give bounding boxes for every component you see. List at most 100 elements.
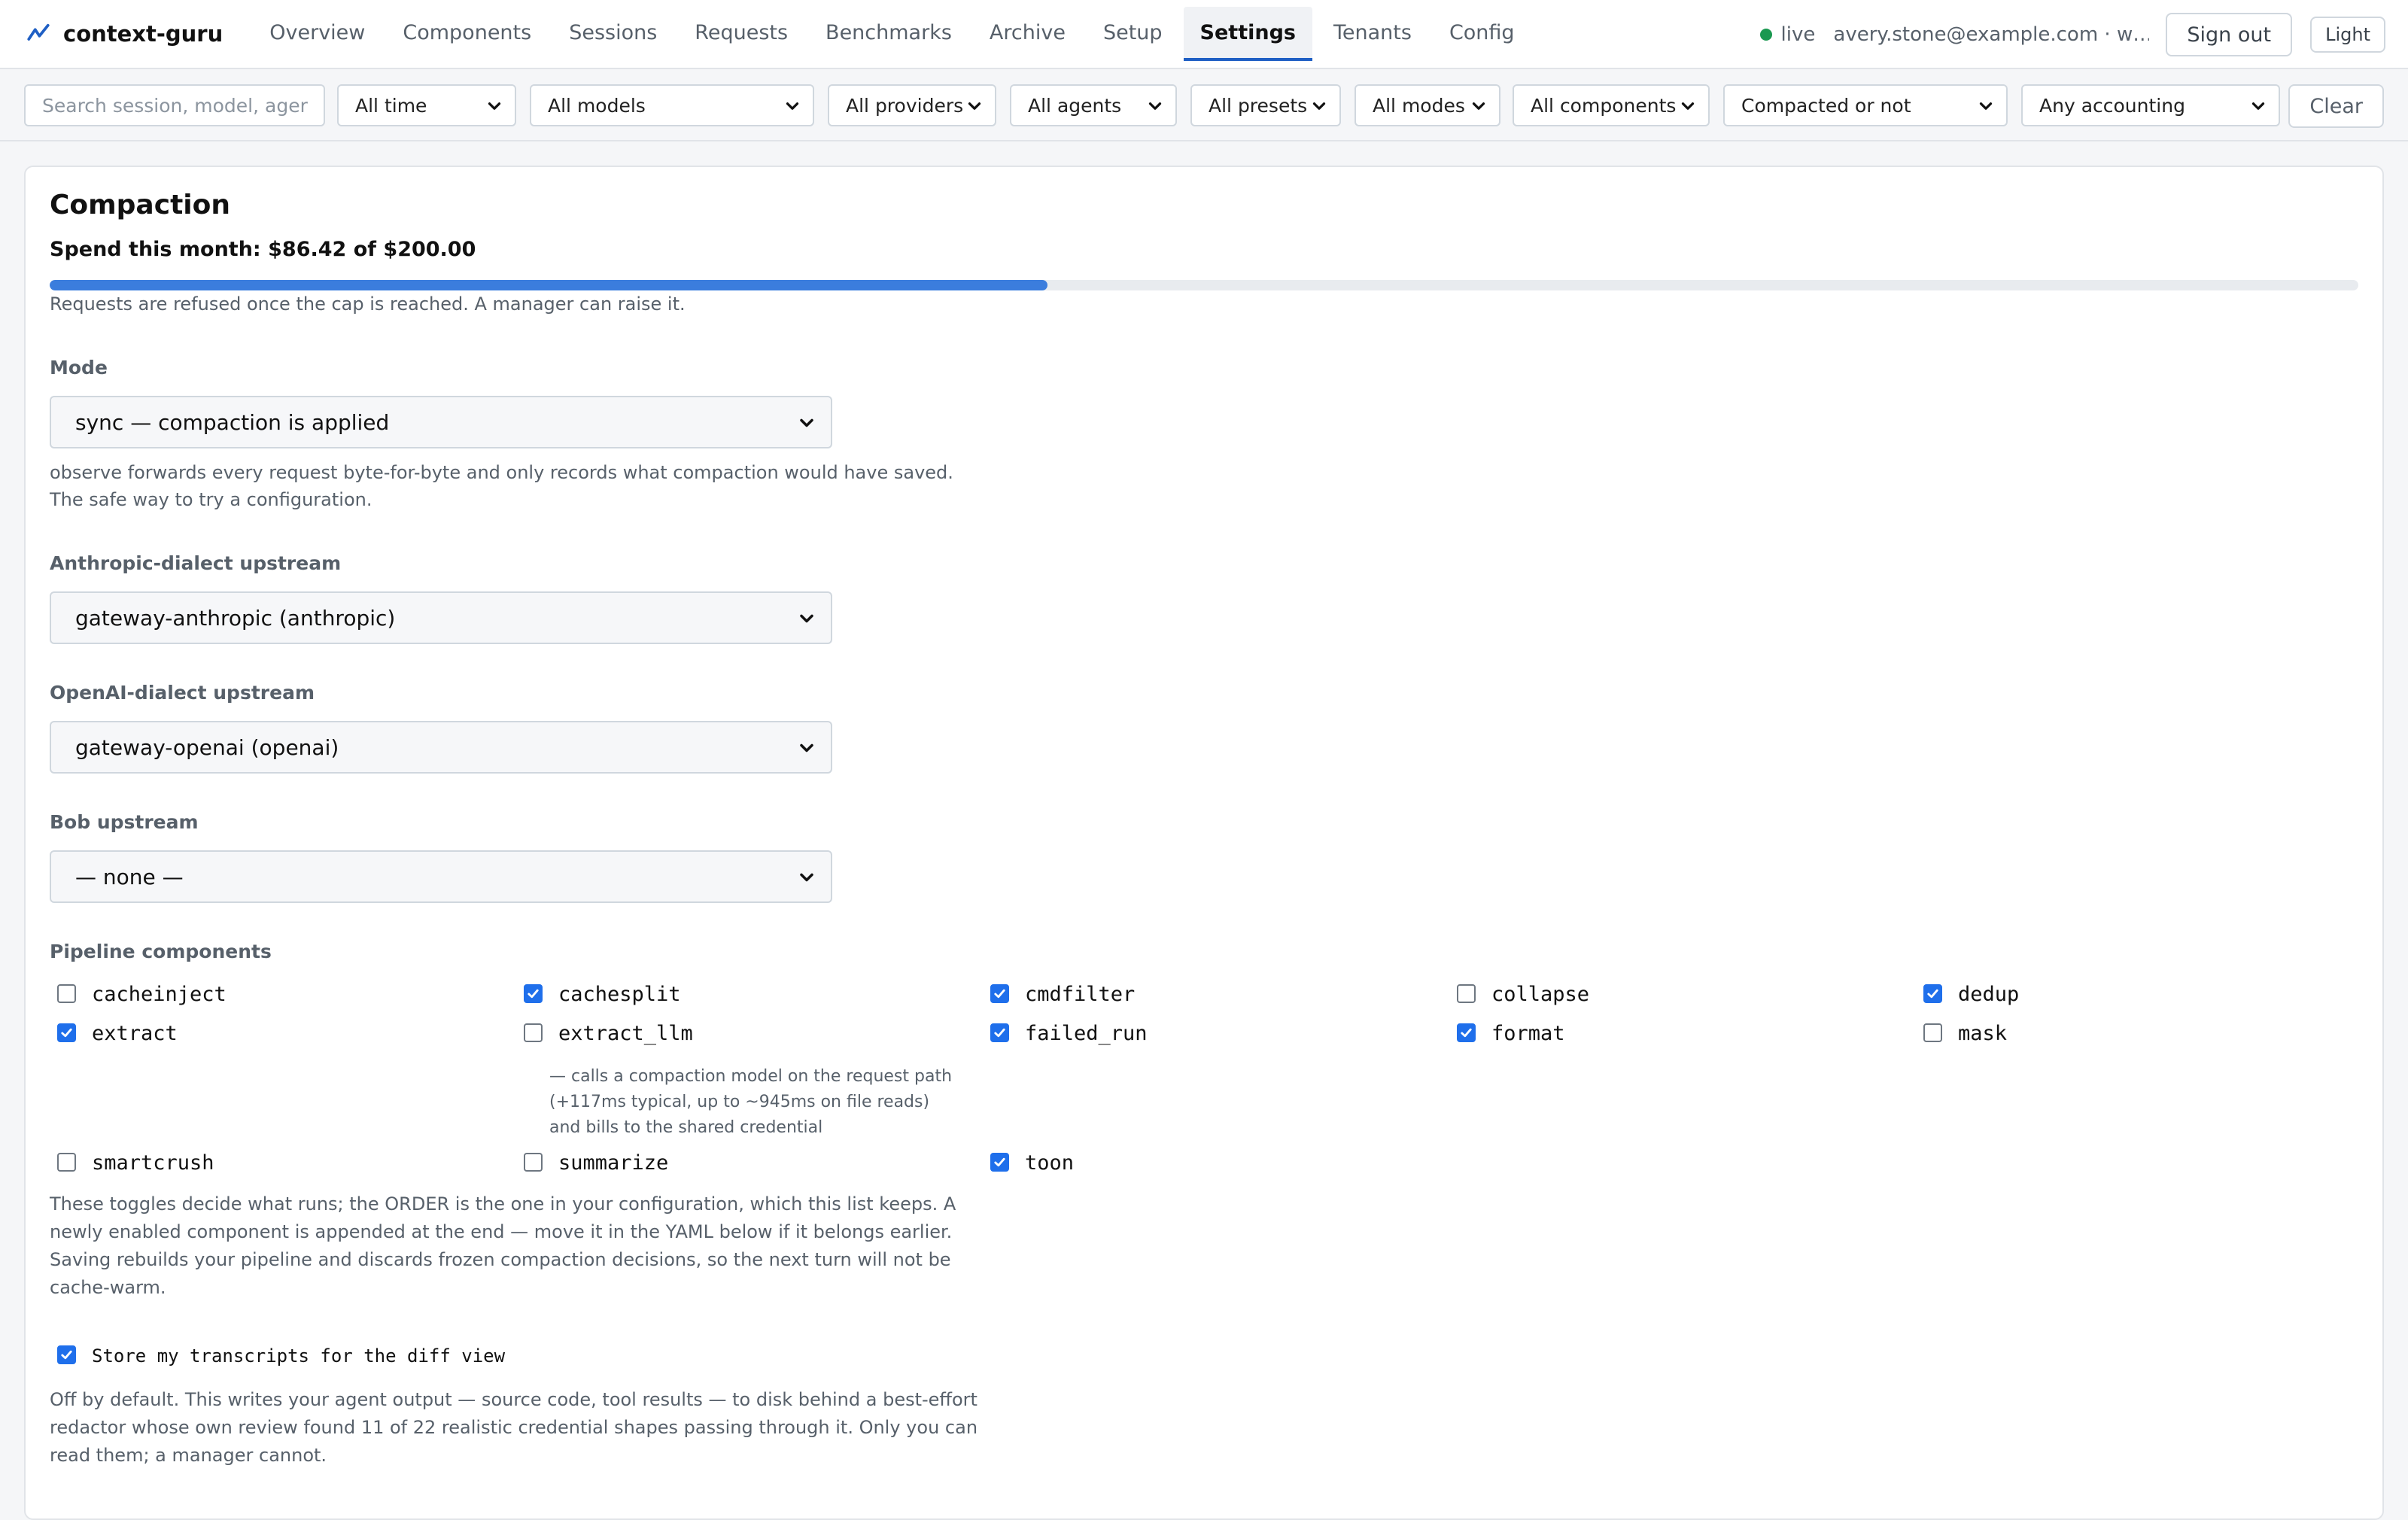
header-right: live avery.stone@example.com · w… Sign o… <box>1759 0 2385 69</box>
mode-select[interactable]: sync — compaction is applied <box>50 396 832 448</box>
order-note-line-4: cache-warm. <box>50 1277 166 1298</box>
sign-out-button[interactable]: Sign out <box>2166 13 2293 56</box>
component-label-smartcrush: smartcrush <box>92 1151 214 1175</box>
nav-archive[interactable]: Archive <box>973 7 1082 61</box>
agents-filter-select[interactable]: All agents <box>1010 84 1177 126</box>
component-label-cacheinject: cacheinject <box>92 983 227 1006</box>
openai-upstream-value: gateway-openai (openai) <box>75 734 339 760</box>
component-checkbox-summarize[interactable] <box>524 1153 543 1172</box>
search-input[interactable]: Search session, model, ager <box>24 84 325 126</box>
providers-filter-select[interactable]: All providers <box>828 84 996 126</box>
chevron-down-icon <box>800 873 813 882</box>
modes-filter-select[interactable]: All modes <box>1354 84 1500 126</box>
component-label-cmdfilter: cmdfilter <box>1025 983 1136 1006</box>
compacted-filter-select[interactable]: Compacted or not <box>1723 84 2008 126</box>
theme-toggle-button[interactable]: Light <box>2310 17 2385 53</box>
anthropic-upstream-select[interactable]: gateway-anthropic (anthropic) <box>50 591 832 644</box>
chevron-down-icon <box>1148 102 1162 110</box>
component-checkbox-collapse[interactable] <box>1457 984 1476 1003</box>
filter-bar: Search session, model, ager All time All… <box>0 69 2408 141</box>
time-filter-select[interactable]: All time <box>337 84 516 126</box>
bob-upstream-label: Bob upstream <box>50 811 199 833</box>
compaction-settings-card: Compaction Spend this month: $86.42 of $… <box>24 166 2384 1520</box>
component-checkbox-cacheinject[interactable] <box>57 984 76 1003</box>
pulse-logo-icon <box>27 23 50 41</box>
extract-llm-note-line-1: — calls a compaction model on the reques… <box>549 1067 953 1086</box>
clear-filters-button[interactable]: Clear <box>2288 84 2384 128</box>
component-checkbox-dedup[interactable] <box>1923 984 1942 1003</box>
component-checkbox-toon[interactable] <box>990 1153 1009 1172</box>
order-note-line-3: Saving rebuilds your pipeline and discar… <box>50 1249 951 1270</box>
component-checkbox-smartcrush[interactable] <box>57 1153 76 1172</box>
bob-upstream-value: — none — <box>75 864 184 889</box>
chevron-down-icon <box>800 418 813 427</box>
spend-summary: Spend this month: $86.42 of $200.00 <box>50 238 476 261</box>
user-email: avery.stone@example.com · w… <box>1833 23 2150 46</box>
component-label-cachesplit: cachesplit <box>558 983 681 1006</box>
spend-progress-fill <box>50 280 1047 290</box>
chevron-down-icon <box>488 102 501 110</box>
agents-filter-value: All agents <box>1028 94 1122 117</box>
nav-sessions[interactable]: Sessions <box>552 7 673 61</box>
modes-filter-value: All modes <box>1373 94 1465 117</box>
nav-benchmarks[interactable]: Benchmarks <box>809 7 968 61</box>
component-checkbox-extract[interactable] <box>57 1023 76 1042</box>
component-checkbox-mask[interactable] <box>1923 1023 1942 1042</box>
component-label-extract-llm: extract_llm <box>558 1022 693 1045</box>
store-note-line-1: Off by default. This writes your agent o… <box>50 1389 977 1410</box>
checkmark-icon <box>994 989 1005 999</box>
component-checkbox-format[interactable] <box>1457 1023 1476 1042</box>
top-nav-bar: context-guru Overview Components Session… <box>0 0 2408 69</box>
component-checkbox-cachesplit[interactable] <box>524 984 543 1003</box>
checkmark-icon <box>1461 1028 1472 1038</box>
component-checkbox-extract-llm[interactable] <box>524 1023 543 1042</box>
nav-requests[interactable]: Requests <box>678 7 804 61</box>
component-checkbox-failed-run[interactable] <box>990 1023 1009 1042</box>
models-filter-select[interactable]: All models <box>530 84 814 126</box>
store-transcripts-checkbox[interactable] <box>57 1345 76 1364</box>
anthropic-upstream-label: Anthropic-dialect upstream <box>50 552 342 574</box>
component-label-extract: extract <box>92 1022 178 1045</box>
providers-filter-value: All providers <box>846 94 964 117</box>
live-status-label: live <box>1780 23 1816 46</box>
pipeline-components-label: Pipeline components <box>50 941 272 962</box>
chevron-down-icon <box>2251 102 2265 110</box>
openai-upstream-select[interactable]: gateway-openai (openai) <box>50 721 832 774</box>
store-note-line-2: redactor whose own review found 11 of 22… <box>50 1417 978 1438</box>
components-filter-select[interactable]: All components <box>1513 84 1710 126</box>
accounting-filter-select[interactable]: Any accounting <box>2021 84 2280 126</box>
component-checkbox-cmdfilter[interactable] <box>990 984 1009 1003</box>
store-transcripts-label: Store my transcripts for the diff view <box>92 1345 506 1366</box>
presets-filter-select[interactable]: All presets <box>1190 84 1341 126</box>
mode-help-line-1: observe forwards every request byte-for-… <box>50 462 953 483</box>
extract-llm-note-line-3: and bills to the shared credential <box>549 1118 823 1137</box>
brand[interactable]: context-guru <box>26 21 223 47</box>
checkmark-icon <box>1927 989 1938 999</box>
chevron-down-icon <box>800 743 813 752</box>
chevron-down-icon <box>968 102 981 110</box>
mode-select-value: sync — compaction is applied <box>75 409 390 435</box>
component-label-collapse: collapse <box>1491 983 1590 1006</box>
presets-filter-value: All presets <box>1209 94 1308 117</box>
models-filter-value: All models <box>548 94 646 117</box>
nav-components[interactable]: Components <box>386 7 548 61</box>
time-filter-value: All time <box>355 94 427 117</box>
chevron-down-icon <box>1472 102 1485 110</box>
spend-cap-note: Requests are refused once the cap is rea… <box>50 293 686 315</box>
nav-settings[interactable]: Settings <box>1183 7 1312 61</box>
live-status-dot-icon <box>1759 29 1772 41</box>
nav-config[interactable]: Config <box>1433 7 1531 61</box>
checkmark-icon <box>61 1350 72 1360</box>
extract-llm-note-line-2: (+117ms typical, up to ~945ms on file re… <box>549 1093 930 1111</box>
openai-upstream-label: OpenAI-dialect upstream <box>50 682 315 704</box>
chevron-down-icon <box>1312 102 1326 110</box>
bob-upstream-select[interactable]: — none — <box>50 850 832 903</box>
component-label-format: format <box>1491 1022 1565 1045</box>
spend-progress-bar <box>50 280 2358 290</box>
order-note-line-2: newly enabled component is appended at t… <box>50 1221 953 1242</box>
nav-tenants[interactable]: Tenants <box>1317 7 1428 61</box>
component-label-toon: toon <box>1025 1151 1075 1175</box>
nav-overview[interactable]: Overview <box>253 7 382 61</box>
nav-setup[interactable]: Setup <box>1087 7 1179 61</box>
mode-help-line-2: The safe way to try a configuration. <box>50 489 372 510</box>
